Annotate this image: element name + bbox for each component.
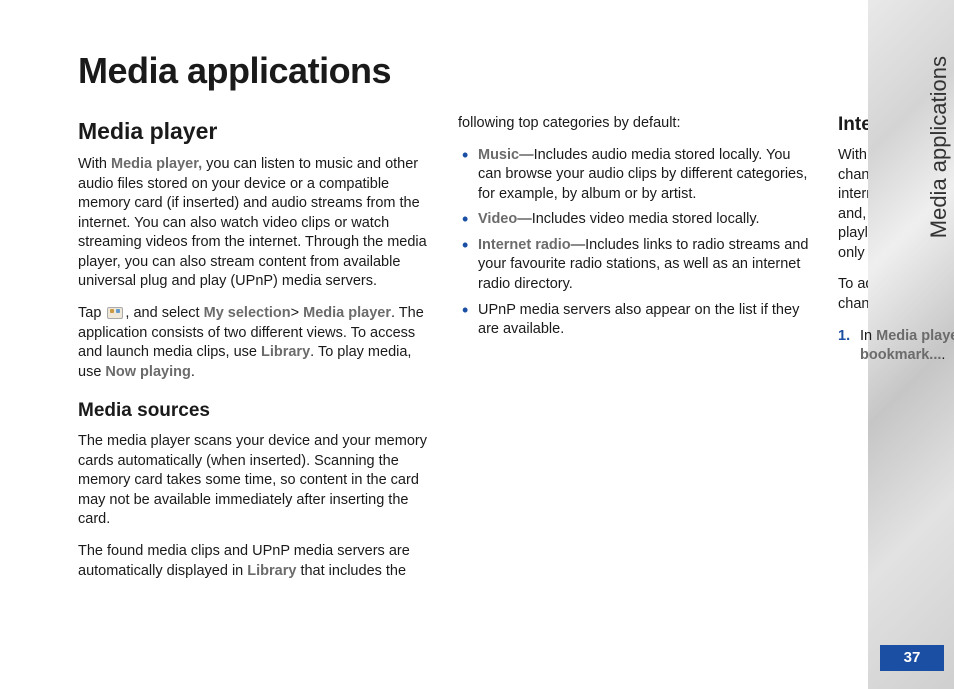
term-media-player: Media player, — [111, 156, 202, 172]
step-item: 1. In Media player, select > Clip > Add … — [838, 327, 954, 366]
list-item: Video—Includes video media stored locall… — [458, 210, 810, 230]
app-launcher-icon — [107, 307, 123, 319]
list-item: UPnP media servers also appear on the li… — [458, 301, 810, 340]
term-internet-radio: Internet radio — [478, 237, 571, 253]
term-music: Music — [478, 147, 519, 163]
term-library: Library — [261, 344, 310, 360]
list-item: Internet radio—Includes links to radio s… — [458, 236, 810, 295]
step-number: 1. — [838, 327, 850, 347]
heading-media-player: Media player — [78, 118, 430, 145]
page-title: Media applications — [78, 50, 810, 92]
steps-list: 1. In Media player, select > Clip > Add … — [838, 327, 954, 366]
term-library-2: Library — [247, 563, 296, 579]
term-media-player-step: Media player — [876, 328, 954, 344]
term-now-playing: Now playing — [105, 364, 190, 380]
category-list: Music—Includes audio media stored locall… — [458, 146, 810, 340]
media-player-nav: Tap , and select My selection> Media pla… — [78, 304, 430, 382]
list-item: Music—Includes audio media stored locall… — [458, 146, 810, 205]
page-content: Media applications Media player With Med… — [0, 0, 870, 634]
heading-media-sources: Media sources — [78, 400, 430, 422]
term-media-player-menu: Media player — [303, 305, 391, 321]
term-my-selection: My selection — [204, 305, 291, 321]
media-sources-p1: The media player scans your device and y… — [78, 432, 430, 530]
page-number: 37 — [880, 645, 944, 671]
thumb-index-label: Media applications — [926, 56, 952, 238]
term-video: Video — [478, 211, 517, 227]
media-player-intro: With Media player, you can listen to mus… — [78, 155, 430, 292]
